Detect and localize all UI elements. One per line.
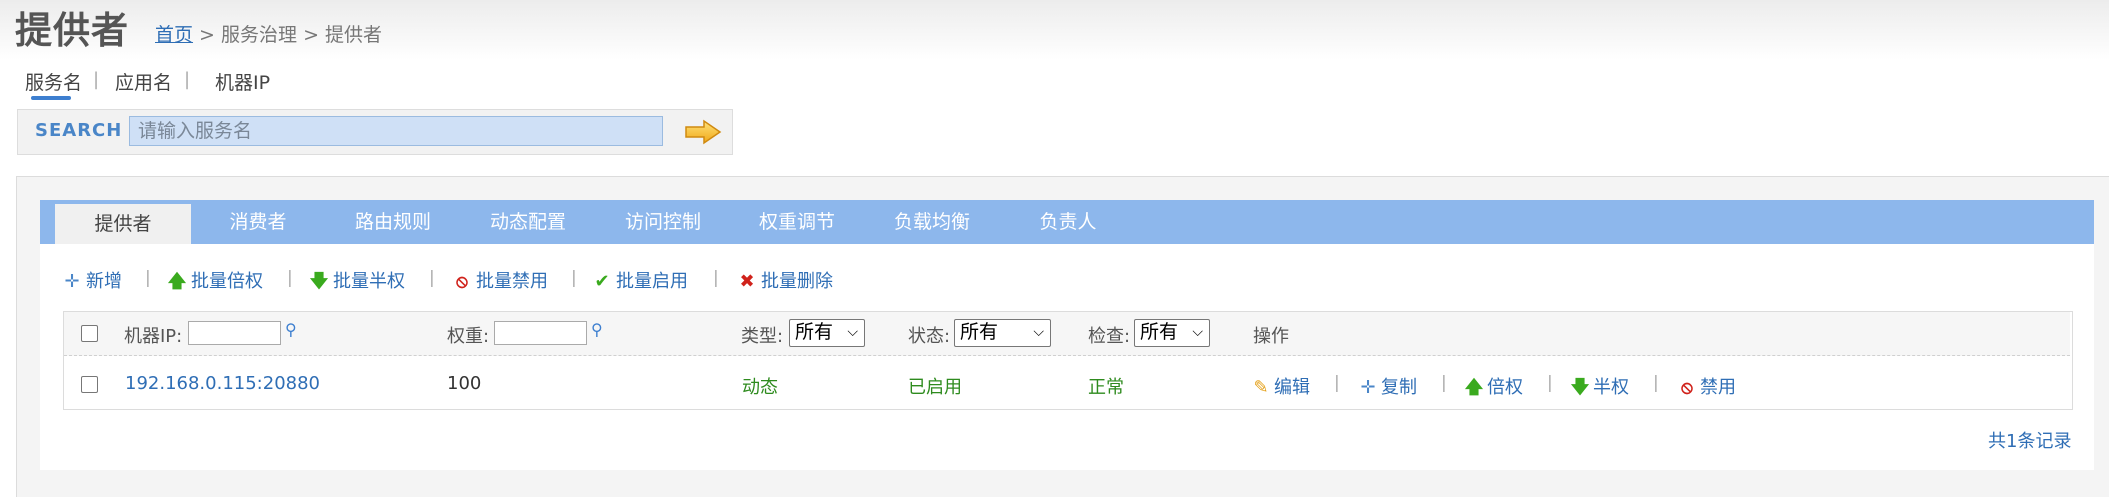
batch-half-weight-label: 批量半权: [333, 271, 405, 292]
plus-icon: ✛: [64, 271, 80, 292]
chevron-down-icon: ⌵: [1192, 324, 1203, 340]
search-label: SEARCH: [35, 120, 123, 141]
check-filter-label: 检查:: [1088, 326, 1131, 347]
batch-disable-button[interactable]: ⦸ 批量禁用: [452, 267, 548, 293]
divider: |: [1653, 373, 1659, 393]
copy-label: 复制: [1381, 377, 1417, 398]
status-filter-select[interactable]: 所有 ⌵: [954, 319, 1051, 347]
chevron-down-icon: ⌵: [847, 324, 858, 340]
pencil-icon: ✎: [1253, 377, 1269, 398]
page-title: 提供者: [15, 9, 129, 52]
breadcrumb-separator: >: [193, 24, 222, 46]
tab-load-balance[interactable]: 负载均衡: [869, 200, 995, 244]
half-weight-button[interactable]: 🡇 半权: [1570, 373, 1629, 405]
search-type-service[interactable]: 服务名: [25, 68, 82, 95]
tab-access-control[interactable]: 访问控制: [600, 200, 726, 244]
arrow-down-icon: 🡇: [309, 271, 329, 292]
divider: |: [184, 69, 191, 90]
tab-consumers[interactable]: 消费者: [196, 200, 320, 244]
disable-button[interactable]: ⦸ 禁用: [1677, 373, 1736, 399]
table-header: [64, 312, 2070, 356]
plus-icon: ✛: [1360, 377, 1376, 398]
batch-double-weight-button[interactable]: 🡅 批量倍权: [167, 267, 263, 299]
divider: |: [287, 268, 293, 288]
ban-icon: ⦸: [1681, 377, 1693, 398]
breadcrumb-current: 提供者: [325, 24, 383, 46]
search-type-active-indicator: [31, 96, 71, 100]
cross-icon: ✖: [739, 271, 755, 292]
row-checkbox[interactable]: [81, 376, 98, 393]
double-weight-label: 倍权: [1487, 377, 1523, 398]
tab-weight-adjust[interactable]: 权重调节: [734, 200, 860, 244]
search-type-application[interactable]: 应用名: [115, 68, 172, 95]
status-filter-value: 所有: [960, 321, 999, 343]
total-records: 共1条记录: [1988, 431, 2072, 452]
batch-double-weight-label: 批量倍权: [191, 271, 263, 292]
provider-type: 动态: [742, 377, 778, 398]
search-arrow-button[interactable]: [684, 119, 724, 145]
arrow-down-icon: 🡇: [1570, 377, 1590, 398]
divider: |: [145, 268, 151, 288]
divider: |: [1441, 373, 1447, 393]
batch-half-weight-button[interactable]: 🡇 批量半权: [309, 267, 405, 299]
type-filter-label: 类型:: [741, 326, 784, 347]
breadcrumb-home-link[interactable]: 首页: [155, 24, 193, 46]
arrow-right-icon: [685, 119, 722, 145]
provider-weight: 100: [447, 373, 482, 394]
add-button[interactable]: ✛ 新增: [62, 267, 122, 293]
search-type-machine-ip[interactable]: 机器IP: [215, 68, 270, 95]
divider: |: [429, 268, 435, 288]
divider: |: [713, 268, 719, 288]
tab-dynamic-config[interactable]: 动态配置: [465, 200, 591, 244]
status-filter-label: 状态:: [908, 326, 951, 347]
ban-icon: ⦸: [456, 271, 468, 292]
tab-providers[interactable]: 提供者: [55, 200, 191, 244]
weight-filter-label: 权重:: [447, 326, 490, 347]
edit-button[interactable]: ✎ 编辑: [1251, 373, 1310, 399]
search-input[interactable]: [129, 116, 663, 146]
search-icon[interactable]: ⚲: [591, 320, 603, 339]
arrow-up-icon: 🡅: [167, 271, 187, 292]
tab-owner[interactable]: 负责人: [1004, 200, 1132, 244]
chevron-down-icon: ⌵: [1033, 324, 1044, 340]
ip-filter-label: 机器IP:: [124, 326, 183, 347]
divider: |: [1334, 373, 1340, 393]
operations-header: 操作: [1253, 326, 1289, 347]
ip-filter-input[interactable]: [188, 321, 281, 345]
type-filter-select[interactable]: 所有 ⌵: [789, 319, 865, 347]
edit-label: 编辑: [1274, 377, 1310, 398]
tab-routing-rules[interactable]: 路由规则: [330, 200, 456, 244]
type-filter-value: 所有: [795, 321, 834, 343]
arrow-up-icon: 🡅: [1464, 377, 1484, 398]
batch-enable-button[interactable]: ✔ 批量启用: [592, 267, 688, 293]
checkmark-icon: ✔: [594, 271, 610, 292]
batch-enable-label: 批量启用: [616, 271, 688, 292]
batch-delete-button[interactable]: ✖ 批量删除: [737, 267, 833, 293]
double-weight-button[interactable]: 🡅 倍权: [1464, 373, 1523, 405]
breadcrumb: 首页 > 服务治理 > 提供者: [155, 20, 382, 47]
disable-label: 禁用: [1700, 377, 1736, 398]
copy-button[interactable]: ✛ 复制: [1358, 373, 1417, 399]
check-filter-select[interactable]: 所有 ⌵: [1134, 319, 1210, 347]
divider: |: [571, 268, 577, 288]
breadcrumb-section: 服务治理: [221, 24, 298, 46]
provider-check: 正常: [1088, 377, 1124, 398]
provider-ip-link[interactable]: 192.168.0.115:20880: [125, 373, 320, 394]
provider-status: 已启用: [908, 377, 962, 398]
batch-disable-label: 批量禁用: [476, 271, 548, 292]
search-icon[interactable]: ⚲: [285, 320, 297, 339]
divider: |: [1547, 373, 1553, 393]
add-label: 新增: [86, 271, 122, 292]
check-filter-value: 所有: [1140, 321, 1179, 343]
select-all-checkbox[interactable]: [81, 325, 98, 342]
batch-delete-label: 批量删除: [761, 271, 833, 292]
divider: |: [93, 69, 100, 90]
half-weight-label: 半权: [1593, 377, 1629, 398]
weight-filter-input[interactable]: [494, 321, 587, 345]
breadcrumb-separator: >: [297, 24, 326, 46]
